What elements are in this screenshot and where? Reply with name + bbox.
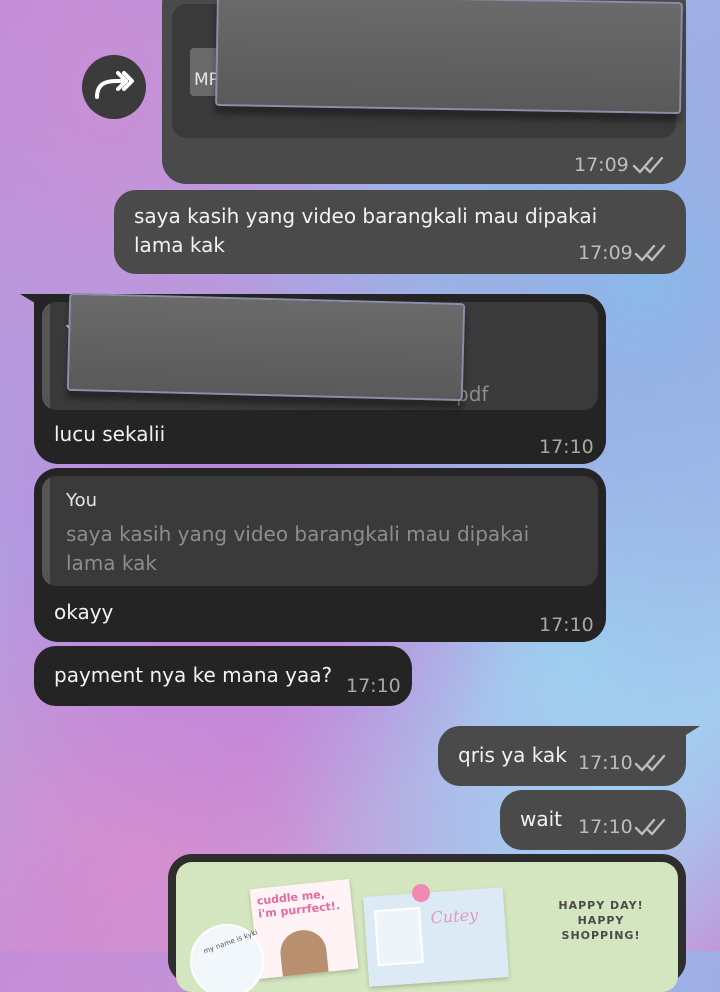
message-time: 17:10 xyxy=(578,816,633,838)
message-bubble[interactable]: Y pdf lucu sekalii 17:10 xyxy=(34,292,606,464)
sticker-circle: my name is kyki xyxy=(190,924,264,992)
double-check-icon xyxy=(634,818,666,836)
double-check-icon xyxy=(632,156,664,174)
sticker-card-blue: Cutey xyxy=(363,887,509,987)
message-bubble[interactable]: wait 17:10 xyxy=(500,790,686,850)
message-bubble[interactable]: qris ya kak 17:10 xyxy=(438,726,686,786)
cat-photo xyxy=(278,927,329,977)
message-time: 17:10 xyxy=(539,614,594,636)
quote-bar xyxy=(42,302,50,410)
sticker-text: Cutey xyxy=(429,905,479,928)
redaction-block xyxy=(215,0,683,115)
message-time: 17:09 xyxy=(574,154,629,176)
forward-share-icon xyxy=(95,71,134,99)
image-caption: HAPPY DAY! HAPPY SHOPPING! xyxy=(558,899,644,942)
message-time: 17:10 xyxy=(346,675,401,697)
message-bubble[interactable]: saya kasih yang video barangkali mau dip… xyxy=(114,190,686,274)
redaction-block xyxy=(66,292,466,402)
message-time: 17:09 xyxy=(578,242,633,264)
double-check-icon xyxy=(634,754,666,772)
message-time: 17:10 xyxy=(539,436,594,458)
sticker-text: cuddle me, i'm purrfect!. xyxy=(256,887,341,921)
shared-image[interactable]: cuddle me, i'm purrfect!. Cutey HAPPY DA… xyxy=(176,862,678,992)
forward-button[interactable] xyxy=(82,55,146,119)
message-time: 17:10 xyxy=(578,752,633,774)
message-text: wait xyxy=(520,807,563,831)
message-text: saya kasih yang video barangkali mau dip… xyxy=(134,204,598,257)
quote-text: saya kasih yang video barangkali mau dip… xyxy=(66,522,530,575)
message-bubble[interactable]: You saya kasih yang video barangkali mau… xyxy=(34,468,606,642)
pin-icon xyxy=(412,884,430,902)
sticker-card-pink: cuddle me, i'm purrfect!. xyxy=(249,879,359,979)
cat-photo xyxy=(373,907,424,967)
message-text: okayy xyxy=(54,600,114,624)
double-check-icon xyxy=(634,244,666,262)
sticker-text: my name is kyki xyxy=(202,928,259,956)
quote-bar xyxy=(42,476,50,586)
message-bubble-image[interactable]: cuddle me, i'm purrfect!. Cutey HAPPY DA… xyxy=(168,854,686,992)
message-bubble[interactable]: payment nya ke mana yaa? 17:10 xyxy=(34,646,412,706)
quoted-message[interactable]: You saya kasih yang video barangkali mau… xyxy=(42,476,598,586)
quote-author: You xyxy=(66,490,98,511)
message-bubble-attachment[interactable]: MP 17:09 xyxy=(162,0,686,184)
message-text: payment nya ke mana yaa? xyxy=(54,663,333,687)
message-text: qris ya kak xyxy=(458,743,567,767)
message-text: lucu sekalii xyxy=(54,422,166,446)
